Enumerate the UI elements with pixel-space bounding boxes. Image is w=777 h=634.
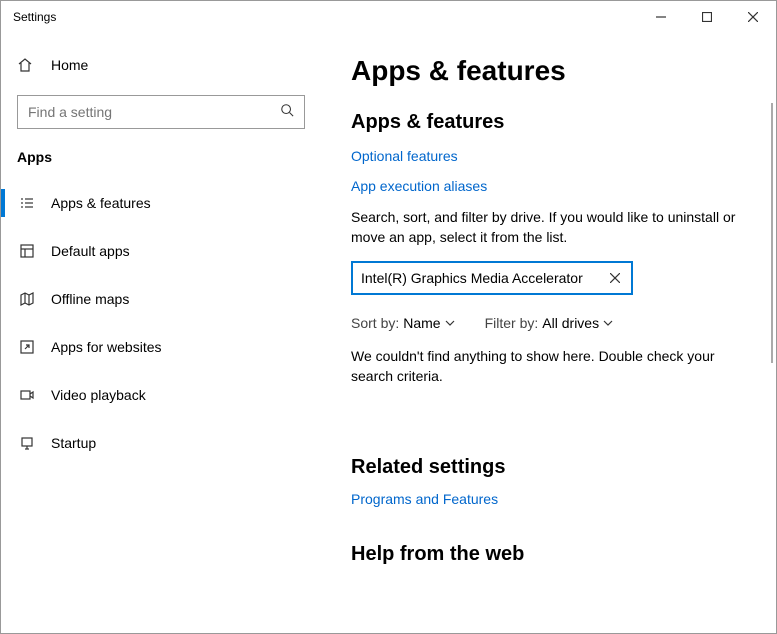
section-title: Apps & features bbox=[351, 111, 746, 134]
nav-label: Apps for websites bbox=[51, 339, 162, 355]
help-title: Help from the web bbox=[351, 543, 746, 566]
home-label: Home bbox=[51, 57, 88, 73]
nav-video-playback[interactable]: Video playback bbox=[1, 371, 321, 419]
nav-default-apps[interactable]: Default apps bbox=[1, 227, 321, 275]
map-icon bbox=[17, 291, 37, 307]
main-content: Apps & features Apps & features Optional… bbox=[321, 33, 776, 633]
maximize-button[interactable] bbox=[684, 1, 730, 33]
close-button[interactable] bbox=[730, 1, 776, 33]
nav-label: Offline maps bbox=[51, 291, 129, 307]
sort-label: Sort by: bbox=[351, 315, 399, 331]
list-icon bbox=[17, 195, 37, 211]
nav-label: Video playback bbox=[51, 387, 146, 403]
nav-label: Startup bbox=[51, 435, 96, 451]
optional-features-link[interactable]: Optional features bbox=[351, 148, 746, 164]
nav-startup[interactable]: Startup bbox=[1, 419, 321, 467]
nav-apps-websites[interactable]: Apps for websites bbox=[1, 323, 321, 371]
empty-results-message: We couldn't find anything to show here. … bbox=[351, 347, 746, 386]
description-text: Search, sort, and filter by drive. If yo… bbox=[351, 208, 746, 247]
sidebar: Home Apps Apps & features Default apps O… bbox=[1, 33, 321, 633]
nav-apps-features[interactable]: Apps & features bbox=[1, 179, 321, 227]
home-nav[interactable]: Home bbox=[1, 45, 321, 85]
filter-label: Filter by: bbox=[485, 315, 539, 331]
filter-value: All drives bbox=[542, 315, 599, 331]
related-settings-title: Related settings bbox=[351, 456, 746, 479]
sort-by-control[interactable]: Sort by: Name bbox=[351, 315, 455, 331]
filter-row: Sort by: Name Filter by: All drives bbox=[351, 315, 746, 331]
nav-label: Apps & features bbox=[51, 195, 151, 211]
programs-features-link[interactable]: Programs and Features bbox=[351, 491, 746, 507]
nav-offline-maps[interactable]: Offline maps bbox=[1, 275, 321, 323]
home-icon bbox=[17, 57, 37, 73]
video-icon bbox=[17, 387, 37, 403]
app-execution-aliases-link[interactable]: App execution aliases bbox=[351, 178, 746, 194]
sidebar-search[interactable] bbox=[17, 95, 305, 129]
nav-label: Default apps bbox=[51, 243, 130, 259]
sidebar-section-label: Apps bbox=[1, 129, 321, 175]
chevron-down-icon bbox=[445, 315, 455, 331]
open-icon bbox=[17, 339, 37, 355]
chevron-down-icon bbox=[603, 315, 613, 331]
window-title: Settings bbox=[13, 10, 56, 24]
filter-by-control[interactable]: Filter by: All drives bbox=[485, 315, 613, 331]
window-controls bbox=[638, 1, 776, 33]
page-title: Apps & features bbox=[351, 55, 746, 87]
default-apps-icon bbox=[17, 243, 37, 259]
startup-icon bbox=[17, 435, 37, 451]
sort-value: Name bbox=[403, 315, 440, 331]
sidebar-search-input[interactable] bbox=[28, 104, 280, 120]
nav-list: Apps & features Default apps Offline map… bbox=[1, 179, 321, 467]
scrollbar[interactable] bbox=[771, 103, 773, 363]
search-icon bbox=[280, 103, 294, 122]
app-search-box[interactable] bbox=[351, 261, 633, 295]
clear-search-button[interactable] bbox=[607, 270, 623, 286]
app-search-input[interactable] bbox=[361, 270, 607, 286]
minimize-button[interactable] bbox=[638, 1, 684, 33]
titlebar: Settings bbox=[1, 1, 776, 33]
